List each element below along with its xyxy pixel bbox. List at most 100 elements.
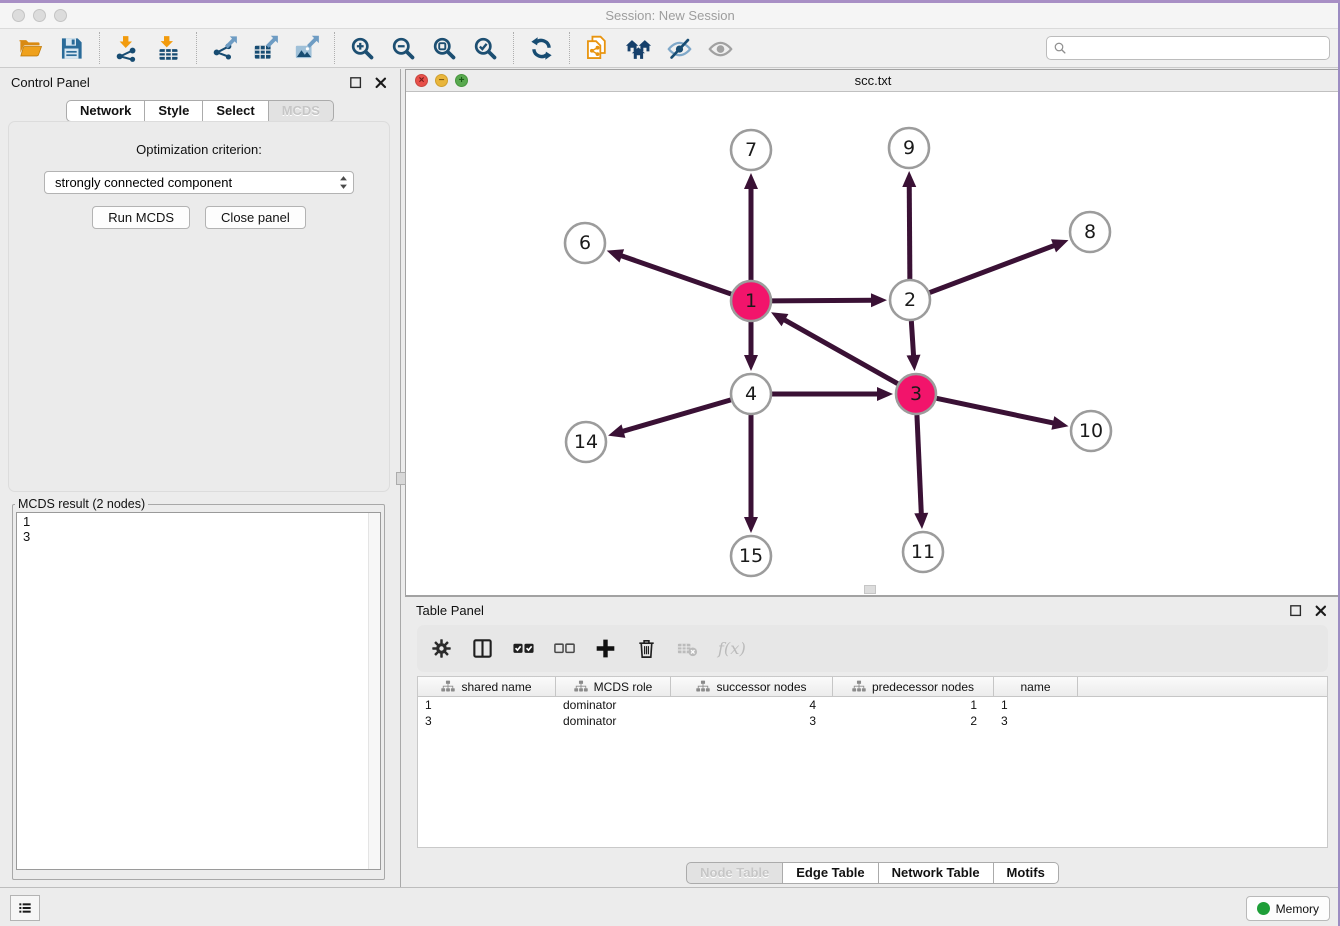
delete-button[interactable]: [634, 636, 658, 662]
panel-divider-grip[interactable]: [396, 472, 406, 485]
scrollbar-track[interactable]: [368, 513, 380, 869]
node-1[interactable]: 1: [731, 281, 771, 321]
edge-2-8[interactable]: [930, 239, 1069, 292]
edge-4-14[interactable]: [608, 400, 731, 438]
fx-icon: f(x): [716, 637, 749, 660]
edge-3-11[interactable]: [914, 415, 928, 529]
node-7[interactable]: 7: [731, 130, 771, 170]
table-cell[interactable]: 1: [994, 698, 1078, 712]
node-8[interactable]: 8: [1070, 212, 1110, 252]
close-control-panel-button[interactable]: [373, 75, 389, 91]
import-network-icon: [114, 35, 141, 62]
close-window-icon[interactable]: [12, 9, 25, 22]
columns-icon: [471, 637, 494, 660]
node-14[interactable]: 14: [566, 422, 606, 462]
maximize-network-icon[interactable]: +: [455, 74, 468, 87]
tab-motifs[interactable]: Motifs: [994, 862, 1059, 884]
export-image-button[interactable]: [286, 31, 327, 65]
table-row[interactable]: 3dominator323: [418, 713, 1327, 729]
tab-mcds[interactable]: MCDS: [269, 100, 334, 122]
node-10[interactable]: 10: [1071, 411, 1111, 451]
run-mcds-button[interactable]: Run MCDS: [92, 206, 190, 229]
hide-selected-button[interactable]: [659, 31, 700, 65]
table-cell[interactable]: 1: [418, 698, 556, 712]
node-15[interactable]: 15: [731, 536, 771, 576]
network-canvas[interactable]: 7 9 6 8 1 2 4 3 14 10 15 11: [406, 92, 1340, 595]
edge-4-3[interactable]: [772, 387, 893, 401]
table-cell[interactable]: 3: [671, 714, 833, 728]
import-table-button[interactable]: [148, 31, 189, 65]
new-network-from-selection-button[interactable]: [577, 31, 618, 65]
mcds-result-text[interactable]: 1 3: [16, 512, 381, 870]
node-11[interactable]: 11: [903, 532, 943, 572]
float-table-panel-button[interactable]: [1288, 603, 1304, 619]
apply-preferred-layout-button[interactable]: [521, 31, 562, 65]
deselect-all-button[interactable]: [552, 636, 576, 662]
edge-3-1[interactable]: [771, 312, 898, 383]
table-cell[interactable]: 2: [833, 714, 994, 728]
canvas-scrollbar-grip[interactable]: [864, 585, 876, 594]
edge-4-15[interactable]: [744, 415, 758, 533]
zoom-fit-button[interactable]: [424, 31, 465, 65]
column-header-successor-nodes[interactable]: successor nodes: [671, 677, 833, 696]
edge-1-2[interactable]: [772, 293, 887, 307]
open-session-button[interactable]: [10, 31, 51, 65]
float-icon: [348, 75, 364, 91]
task-history-button[interactable]: [10, 895, 40, 921]
table-cell[interactable]: 1: [833, 698, 994, 712]
show-columns-button[interactable]: [470, 636, 494, 662]
close-table-panel-button[interactable]: [1313, 603, 1329, 619]
node-9[interactable]: 9: [889, 128, 929, 168]
zoom-window-icon[interactable]: [54, 9, 67, 22]
criterion-select[interactable]: strongly connected component: [44, 171, 354, 194]
zoom-selected-button[interactable]: [465, 31, 506, 65]
save-icon: [58, 35, 85, 62]
search-box[interactable]: [1046, 36, 1330, 60]
tab-network[interactable]: Network: [66, 100, 145, 122]
add-button[interactable]: [593, 636, 617, 662]
tab-edge-table[interactable]: Edge Table: [783, 862, 878, 884]
export-network-button[interactable]: [204, 31, 245, 65]
tab-style[interactable]: Style: [145, 100, 203, 122]
edge-1-6[interactable]: [607, 249, 731, 294]
list-icon: [17, 899, 33, 917]
select-all-button[interactable]: [511, 636, 535, 662]
edge-2-3[interactable]: [907, 321, 921, 371]
column-header-name[interactable]: name: [994, 677, 1078, 696]
search-input[interactable]: [1072, 40, 1323, 57]
column-header-predecessor-nodes[interactable]: predecessor nodes: [833, 677, 994, 696]
column-header-mcds-role[interactable]: MCDS role: [556, 677, 671, 696]
minimize-window-icon[interactable]: [33, 9, 46, 22]
import-network-button[interactable]: [107, 31, 148, 65]
zoom-out-button[interactable]: [383, 31, 424, 65]
node-3[interactable]: 3: [896, 374, 936, 414]
tab-node-table[interactable]: Node Table: [686, 862, 783, 884]
table-cell[interactable]: dominator: [556, 698, 671, 712]
table-options-button[interactable]: [429, 636, 453, 662]
float-control-panel-button[interactable]: [348, 75, 364, 91]
table-cell[interactable]: 3: [994, 714, 1078, 728]
edge-3-10[interactable]: [937, 398, 1069, 429]
close-panel-button[interactable]: Close panel: [205, 206, 306, 229]
tab-network-table[interactable]: Network Table: [879, 862, 994, 884]
column-header-shared-name[interactable]: shared name: [418, 677, 556, 696]
node-6[interactable]: 6: [565, 223, 605, 263]
edge-1-7[interactable]: [744, 173, 758, 280]
minimize-network-icon[interactable]: −: [435, 74, 448, 87]
table-row[interactable]: 1dominator411: [418, 697, 1327, 713]
save-session-button[interactable]: [51, 31, 92, 65]
table-cell[interactable]: dominator: [556, 714, 671, 728]
tab-select[interactable]: Select: [203, 100, 268, 122]
houses-button[interactable]: [618, 31, 659, 65]
memory-button[interactable]: Memory: [1246, 896, 1330, 921]
zoom-in-button[interactable]: [342, 31, 383, 65]
edge-1-4[interactable]: [744, 322, 758, 371]
export-table-button[interactable]: [245, 31, 286, 65]
edge-2-9[interactable]: [902, 171, 916, 279]
table-cell[interactable]: 4: [671, 698, 833, 712]
network-window-title: scc.txt: [855, 73, 892, 88]
node-4[interactable]: 4: [731, 374, 771, 414]
node-2[interactable]: 2: [890, 280, 930, 320]
table-cell[interactable]: 3: [418, 714, 556, 728]
close-network-icon[interactable]: ×: [415, 74, 428, 87]
